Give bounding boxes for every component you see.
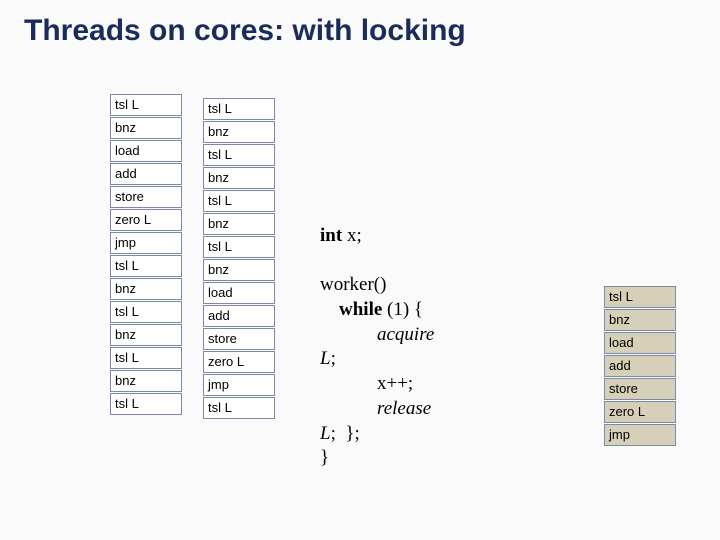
instruction-cell: load — [203, 282, 275, 304]
lockvar-acquire: L — [320, 348, 331, 369]
instruction-cell: zero L — [604, 401, 676, 423]
instruction-cell: bnz — [110, 324, 182, 346]
instruction-cell: load — [604, 332, 676, 354]
kw-while: while — [339, 299, 382, 320]
instruction-cell: tsl L — [604, 286, 676, 308]
instruction-cell: bnz — [110, 117, 182, 139]
instruction-cell: tsl L — [110, 255, 182, 277]
instruction-cell: bnz — [604, 309, 676, 331]
instruction-cell: jmp — [110, 232, 182, 254]
instruction-cell: jmp — [604, 424, 676, 446]
instruction-cell: bnz — [110, 278, 182, 300]
instruction-cell: store — [604, 378, 676, 400]
close-outer: } — [320, 447, 329, 468]
instruction-cell: store — [110, 186, 182, 208]
thread-column-1: tsl Lbnzloadaddstorezero Ljmptsl Lbnztsl… — [110, 94, 182, 416]
fn-name: worker() — [320, 274, 386, 295]
instruction-cell: load — [110, 140, 182, 162]
while-rest: (1) { — [382, 299, 423, 320]
instruction-cell: tsl L — [203, 144, 275, 166]
instruction-cell: tsl L — [203, 236, 275, 258]
close-inner: ; }; — [331, 423, 360, 444]
semi-acquire: ; — [331, 348, 336, 369]
thread-column-2: tsl Lbnztsl Lbnztsl Lbnztsl Lbnzloadadds… — [203, 98, 275, 420]
instruction-cell: tsl L — [110, 347, 182, 369]
instruction-cell: tsl L — [110, 94, 182, 116]
instruction-cell: add — [110, 163, 182, 185]
instruction-cell: tsl L — [203, 397, 275, 419]
acquire-call: acquire — [377, 324, 434, 345]
instruction-cell: tsl L — [203, 190, 275, 212]
stmt-incr: x++; — [377, 373, 413, 394]
instruction-cell: store — [203, 328, 275, 350]
release-call: release — [377, 398, 431, 419]
instruction-cell: zero L — [203, 351, 275, 373]
instruction-cell: bnz — [203, 167, 275, 189]
lockvar-release: L — [320, 423, 331, 444]
decl-rest: x; — [342, 225, 362, 246]
instruction-cell: bnz — [203, 121, 275, 143]
instruction-cell: zero L — [110, 209, 182, 231]
instruction-cell: bnz — [203, 213, 275, 235]
instruction-cell: tsl L — [110, 301, 182, 323]
instruction-cell: add — [604, 355, 676, 377]
instruction-cell: tsl L — [203, 98, 275, 120]
instruction-cell: bnz — [110, 370, 182, 392]
slide-title: Threads on cores: with locking — [24, 14, 466, 48]
thread-column-3: tsl Lbnzloadaddstorezero Ljmp — [604, 286, 676, 447]
kw-int: int — [320, 225, 342, 246]
instruction-cell: jmp — [203, 374, 275, 396]
instruction-cell: tsl L — [110, 393, 182, 415]
instruction-cell: bnz — [203, 259, 275, 281]
instruction-cell: add — [203, 305, 275, 327]
code-block: int x; worker() while (1) { acquire L; x… — [320, 224, 434, 471]
